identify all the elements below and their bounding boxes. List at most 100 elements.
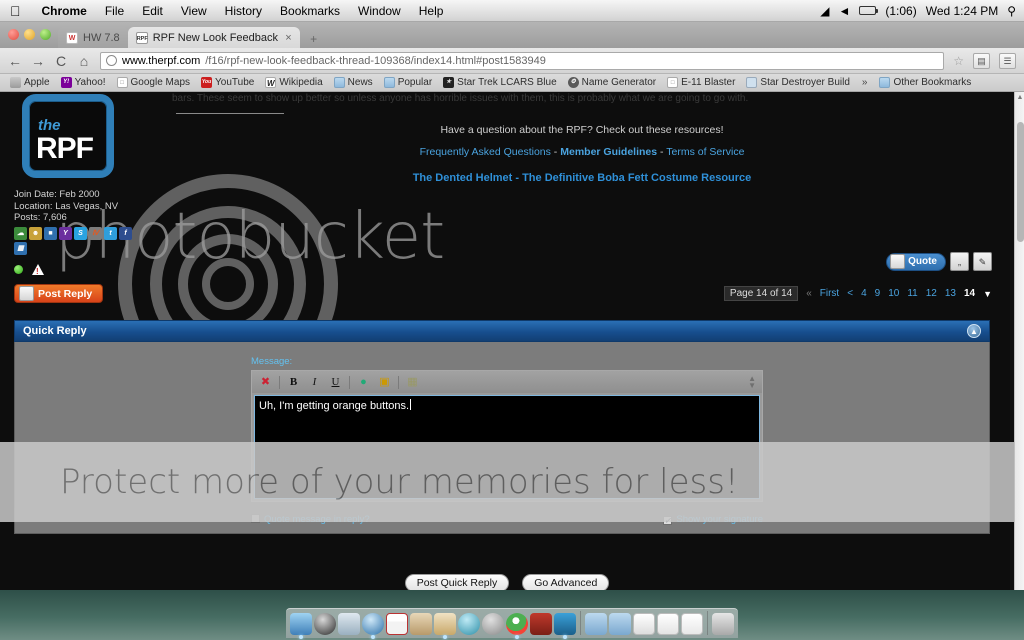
collapse-icon[interactable]: ▲	[967, 324, 981, 338]
pagination-page-4[interactable]: 4	[857, 287, 871, 300]
close-window-button[interactable]	[8, 29, 19, 40]
yp-badge-icon[interactable]: Ⅳ	[89, 226, 102, 240]
pagination-page-13[interactable]: 13	[941, 287, 960, 300]
textfile-icon[interactable]	[633, 613, 655, 635]
pagination-first[interactable]: First	[816, 287, 843, 300]
profile-badge-icon[interactable]: ☻	[29, 226, 42, 240]
new-tab-button[interactable]: +	[303, 30, 325, 48]
pagination-page-10[interactable]: 10	[884, 287, 903, 300]
pagination-page-9[interactable]: 9	[871, 287, 885, 300]
volume-icon[interactable]: ◄	[838, 4, 850, 18]
twitter-badge-icon[interactable]: t	[104, 226, 117, 240]
note-icon[interactable]	[681, 613, 703, 635]
yahoo-badge-icon[interactable]: Y	[59, 226, 72, 240]
bookmark-popular[interactable]: Popular	[379, 77, 437, 88]
bookmark-apple[interactable]: Apple	[5, 77, 55, 88]
msn-badge-icon[interactable]: ■	[44, 226, 57, 240]
bookmarks-overflow-chevron[interactable]: »	[856, 77, 874, 88]
bookmark-other-bookmarks[interactable]: Other Bookmarks	[874, 77, 976, 88]
reload-icon[interactable]: C	[54, 53, 68, 69]
image-doc-icon[interactable]	[657, 613, 679, 635]
downloads-folder-icon[interactable]	[585, 613, 607, 635]
bookmark-youtube[interactable]: You YouTube	[196, 77, 259, 88]
menu-item-file[interactable]: File	[96, 4, 133, 18]
address-bar[interactable]: www.therpf.com/f16/rpf-new-look-feedback…	[100, 51, 945, 70]
menu-item-edit[interactable]: Edit	[133, 4, 172, 18]
battery-icon[interactable]	[859, 6, 879, 15]
menu-item-history[interactable]: History	[216, 4, 271, 18]
mail-icon[interactable]	[338, 613, 360, 635]
browser-tab-hw[interactable]: W HW 7.8	[58, 27, 128, 48]
pagination-page-12[interactable]: 12	[922, 287, 941, 300]
remove-format-icon[interactable]: ✖	[258, 375, 273, 390]
iphoto-icon[interactable]	[410, 613, 432, 635]
bookmark-yahoo[interactable]: Y! Yahoo!	[56, 77, 111, 88]
search-icon[interactable]: ⚲	[1007, 4, 1016, 18]
link-member-guidelines[interactable]: Member Guidelines	[560, 146, 657, 158]
menu-item-bookmarks[interactable]: Bookmarks	[271, 4, 349, 18]
quote-button[interactable]: Quote	[886, 252, 946, 271]
pagination-prev[interactable]: <	[843, 287, 857, 300]
warning-triangle-icon[interactable]	[32, 263, 44, 276]
menu-bar-clock[interactable]: Wed 1:24 PM	[926, 4, 998, 18]
home-icon[interactable]: ⌂	[77, 53, 91, 69]
itunes-icon[interactable]	[458, 613, 480, 635]
pagination-page-11[interactable]: 11	[903, 287, 921, 300]
bookmark-google-maps[interactable]: □ Google Maps	[112, 77, 195, 88]
bookmark-star-destroyer-build[interactable]: Star Destroyer Build	[741, 77, 854, 88]
bold-button[interactable]: B	[286, 375, 301, 390]
post-reply-button[interactable]: Post Reply	[14, 284, 104, 303]
dashboard-icon[interactable]	[314, 613, 336, 635]
scroll-up-arrow-icon[interactable]: ▲	[1015, 92, 1024, 103]
menu-item-window[interactable]: Window	[349, 4, 410, 18]
finder-icon[interactable]	[290, 613, 312, 639]
underline-button[interactable]: U	[328, 375, 343, 390]
forward-arrow-icon[interactable]: →	[31, 53, 45, 69]
scrollbar-thumb[interactable]	[1017, 122, 1024, 242]
close-tab-icon[interactable]: ×	[285, 32, 291, 44]
illustrator-icon[interactable]	[554, 613, 576, 639]
star-icon[interactable]: ☆	[953, 54, 964, 68]
extension-icon[interactable]: ▤	[973, 52, 990, 69]
zoom-window-button[interactable]	[40, 29, 51, 40]
wifi-icon[interactable]: ◢	[820, 4, 829, 18]
minimize-window-button[interactable]	[24, 29, 35, 40]
link-faq[interactable]: Frequently Asked Questions	[420, 146, 551, 158]
quote-message-checkbox[interactable]: Quote message in reply?	[251, 514, 370, 525]
photoshop-icon[interactable]	[530, 613, 552, 635]
bookmark-e11-blaster[interactable]: □ E-11 Blaster	[662, 77, 740, 88]
chrome-icon[interactable]	[506, 613, 528, 639]
bookmark-wikipedia[interactable]: W Wikipedia	[260, 77, 327, 88]
first-arrow-icon[interactable]: «	[802, 287, 816, 300]
bookmark-name-generator[interactable]: ⚙ Name Generator	[563, 77, 661, 88]
browser-tab-rpf[interactable]: RPF RPF New Look Feedback Thre ×	[127, 27, 300, 48]
page-scrollbar[interactable]: ▲ ▼	[1014, 92, 1024, 612]
message-textarea[interactable]: Uh, I'm getting orange buttons.	[254, 395, 760, 499]
menu-item-view[interactable]: View	[172, 4, 216, 18]
link-terms-of-service[interactable]: Terms of Service	[666, 146, 744, 158]
settings-icon[interactable]	[482, 613, 504, 635]
back-arrow-icon[interactable]: ←	[8, 53, 22, 69]
multiquote-icon[interactable]: „	[950, 252, 969, 271]
window-controls[interactable]	[8, 29, 51, 40]
globe-badge-icon[interactable]: ☁	[14, 226, 27, 240]
signature-banner-link[interactable]: The Dented Helmet - The Definitive Boba …	[172, 172, 992, 184]
insert-image-icon[interactable]: ▣	[377, 375, 392, 390]
bookmark-news[interactable]: News	[329, 77, 378, 88]
ical-icon[interactable]	[386, 613, 408, 635]
insert-quote-icon[interactable]: ▦	[405, 375, 420, 390]
documents-folder-icon[interactable]	[609, 613, 631, 635]
preview-icon[interactable]	[434, 613, 456, 639]
bookmark-star-trek-lcars[interactable]: ★ Star Trek LCARS Blue	[438, 77, 561, 88]
wrench-menu-icon[interactable]: ☰	[999, 52, 1016, 69]
reply-with-quote-icon[interactable]: ✎	[973, 252, 992, 271]
trash-icon[interactable]	[712, 613, 734, 635]
chevron-down-icon[interactable]: ▼	[979, 289, 992, 299]
safari-icon[interactable]	[362, 613, 384, 639]
insert-link-icon[interactable]: ●	[356, 375, 371, 390]
menu-item-help[interactable]: Help	[410, 4, 453, 18]
gallery-badge-icon[interactable]: ▦	[14, 241, 27, 255]
facebook-badge-icon[interactable]: f	[119, 226, 132, 240]
menu-item-chrome[interactable]: Chrome	[33, 4, 96, 18]
pagination-page-14-current[interactable]: 14	[960, 287, 979, 300]
